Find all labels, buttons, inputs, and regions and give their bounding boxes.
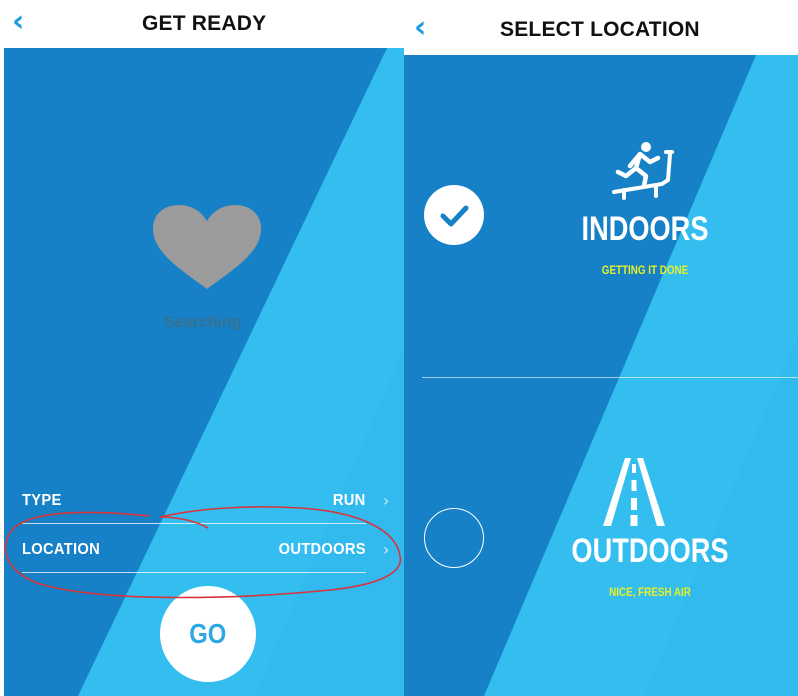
selected-check-icon[interactable] [424,185,484,245]
option-outdoors[interactable]: OUTDOORS NICE, FRESH AIR [404,378,798,696]
get-ready-screen: ‹ GET READY Searching TYPE RUN › LOCATIO… [0,0,404,696]
option-indoors[interactable]: INDOORS GETTING IT DONE [404,130,798,376]
road-icon [603,458,665,526]
treadmill-runner-icon [610,140,674,200]
back-chevron-icon[interactable]: ‹ [12,4,24,40]
option-subtitle: GETTING IT DONE [601,263,689,277]
type-value: RUN [333,492,366,509]
location-value: OUTDOORS [278,541,366,558]
header: ‹ SELECT LOCATION [404,0,798,55]
row-divider [22,572,366,573]
select-location-screen: ‹ SELECT LOCATION INDOORS GETTING IT DON… [404,0,798,696]
page-title: SELECT LOCATION [500,18,700,41]
chevron-right-icon: › [383,491,390,510]
option-subtitle: NICE, FRESH AIR [609,585,691,599]
go-button[interactable]: GO [160,586,256,682]
heart-icon [153,205,261,289]
header: ‹ GET READY [0,0,404,48]
back-chevron-icon[interactable]: ‹ [414,10,426,46]
page-title: GET READY [142,12,267,35]
row-divider [22,523,366,524]
go-label: GO [189,618,227,649]
option-title: OUTDOORS [571,532,729,570]
type-label: TYPE [22,492,62,509]
unselected-radio-icon[interactable] [424,508,484,568]
chevron-right-icon: › [383,540,390,559]
location-label: LOCATION [22,541,100,558]
option-title: INDOORS [581,210,709,248]
heart-rate-status: Searching [164,314,242,331]
